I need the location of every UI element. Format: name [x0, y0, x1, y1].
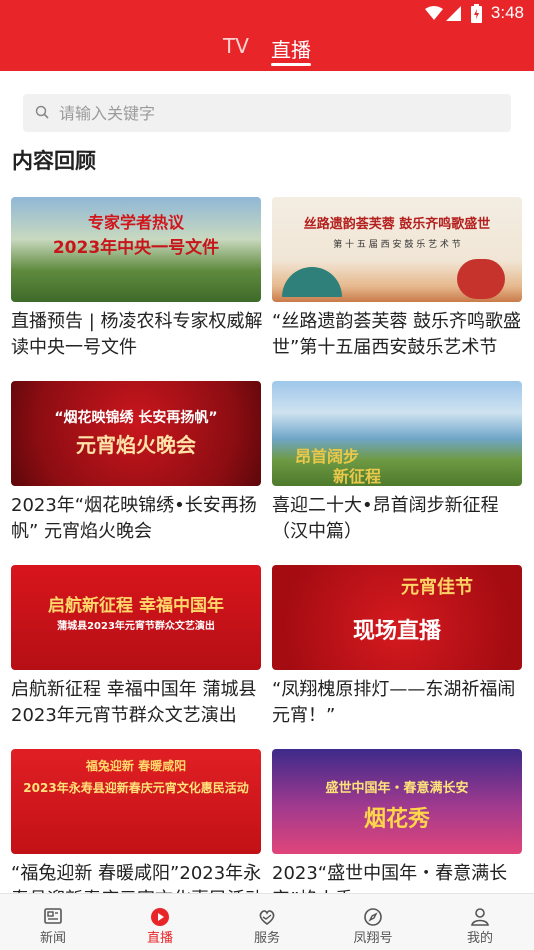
item-title: “福兔迎新 春暖咸阳”2023年永寿县迎新春庆元宵文化惠民活动 — [11, 863, 263, 893]
thumbnail-headline: 福兔迎新 春暖咸阳 — [85, 759, 187, 773]
nav-label: 新闻 — [39, 931, 66, 946]
nav-news[interactable]: 新闻 — [13, 894, 93, 950]
item-title: “丝路遗韵荟芙蓉 鼓乐齐鸣歌盛世”第十五届西安鼓乐艺术节 — [272, 311, 522, 358]
thumbnail-subtitle: 蒲城县2023年元宵节群众文艺演出 — [57, 621, 215, 632]
battery-charging-icon — [471, 4, 482, 23]
nav-label: 凤翔号 — [353, 931, 393, 946]
top-header: 3:48 TV 直播 — [0, 0, 534, 71]
thumbnail-subtitle: 2023年永寿县迎新春庆元宵文化惠民活动 — [23, 781, 249, 795]
thumbnail: 盛世中国年・春意满长安 烟花秀 — [272, 749, 522, 854]
search-bar[interactable] — [23, 94, 511, 132]
bottom-nav: 新闻 直播 服务 凤翔号 我的 — [0, 893, 534, 950]
thumbnail: 专家学者热议 2023年中央一号文件 — [11, 197, 261, 302]
thumbnail-subtitle: 第 十 五 届 西 安 鼓 乐 艺 术 节 — [333, 240, 461, 250]
item-title: 启航新征程 幸福中国年 蒲城县2023年元宵节群众文艺演出 — [11, 679, 257, 726]
item-title: 2023“盛世中国年・春意满长安”焰火秀 — [272, 863, 508, 893]
item-title: “凤翔槐原排灯——东湖祈福闹元宵！” — [272, 679, 516, 726]
tab-tv[interactable]: TV — [223, 34, 249, 58]
thumbnail-subtitle: 2023年中央一号文件 — [52, 238, 220, 258]
top-tabs: TV 直播 — [0, 32, 534, 70]
decorative-clouds — [282, 267, 342, 297]
nav-label: 我的 — [466, 931, 493, 946]
thumbnail-headline: “烟花映锦绣 长安再扬帆” — [54, 410, 218, 426]
signal-icon — [446, 6, 461, 21]
thumbnail-subtitle: 新征程 — [332, 467, 381, 486]
thumbnail-headline: 丝路遗韵荟芙蓉 鼓乐齐鸣歌盛世 — [303, 217, 491, 232]
nav-label: 服务 — [253, 931, 280, 946]
thumbnail-subtitle: 现场直播 — [352, 619, 441, 644]
wifi-icon — [425, 6, 443, 20]
nav-service[interactable]: 服务 — [227, 894, 307, 950]
thumbnail: 昂首阔步 新征程 — [272, 381, 522, 486]
play-icon — [151, 908, 169, 926]
tab-live[interactable]: 直播 — [271, 34, 311, 63]
thumbnail-subtitle: 烟花秀 — [363, 807, 430, 832]
content-grid: 专家学者热议 2023年中央一号文件 直播预告 | 杨凌农科专家权威解读中央一号… — [0, 197, 534, 893]
thumbnail: 元宵佳节 现场直播 — [272, 565, 522, 670]
decorative-drum — [457, 259, 505, 299]
compass-icon — [364, 908, 382, 926]
status-time: 3:48 — [490, 3, 524, 22]
thumbnail: 启航新征程 幸福中国年 蒲城县2023年元宵节群众文艺演出 — [11, 565, 261, 670]
search-icon — [35, 105, 49, 119]
thumbnail-subtitle: 元宵焰火晚会 — [76, 433, 196, 457]
thumbnail: “烟花映锦绣 长安再扬帆” 元宵焰火晚会 — [11, 381, 261, 486]
user-icon — [471, 908, 489, 926]
section-title: 内容回顾 — [12, 149, 96, 173]
thumbnail-headline: 专家学者热议 — [87, 213, 184, 232]
active-tab-indicator — [271, 63, 311, 66]
thumbnail-headline: 元宵佳节 — [401, 577, 473, 598]
news-icon — [44, 908, 62, 924]
thumbnail-headline: 盛世中国年・春意满长安 — [325, 781, 469, 796]
nav-fengxiang[interactable]: 凤翔号 — [333, 894, 413, 950]
thumbnail-headline: 启航新征程 幸福中国年 — [48, 596, 224, 616]
search-input[interactable] — [59, 94, 499, 132]
item-title: 喜迎二十大•昂首阔步新征程（汉中篇） — [272, 495, 499, 542]
item-title: 2023年“烟花映锦绣•长安再扬帆” 元宵焰火晚会 — [11, 495, 257, 542]
status-bar: 3:48 — [0, 0, 534, 28]
nav-me[interactable]: 我的 — [440, 894, 520, 950]
nav-label: 直播 — [146, 931, 173, 946]
service-icon — [259, 910, 275, 925]
thumbnail: 丝路遗韵荟芙蓉 鼓乐齐鸣歌盛世 第 十 五 届 西 安 鼓 乐 艺 术 节 — [272, 197, 522, 302]
item-title: 直播预告 | 杨凌农科专家权威解读中央一号文件 — [11, 311, 263, 358]
nav-live[interactable]: 直播 — [120, 894, 200, 950]
thumbnail: 福兔迎新 春暖咸阳 2023年永寿县迎新春庆元宵文化惠民活动 — [11, 749, 261, 854]
